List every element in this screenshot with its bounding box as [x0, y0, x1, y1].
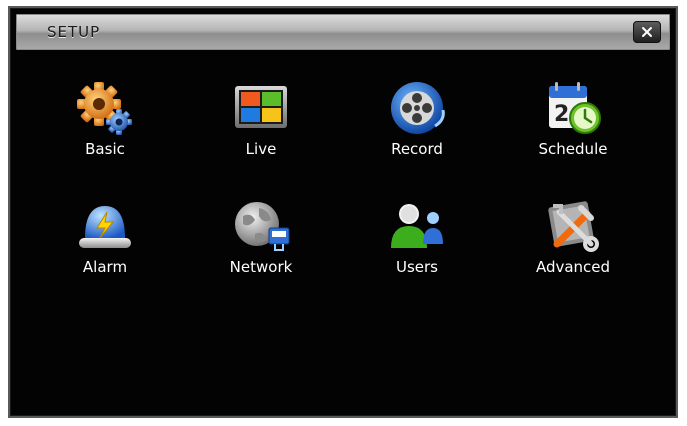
alarm-siren-icon — [79, 206, 131, 248]
menu-item-label: Basic — [85, 140, 125, 158]
close-icon — [642, 27, 652, 37]
menu-item-schedule[interactable]: 2 Schedule — [498, 76, 648, 176]
gear-icon — [77, 82, 132, 135]
title-bar: SETUP — [16, 14, 670, 50]
menu-item-label: Network — [229, 258, 293, 276]
globe-network-icon — [235, 202, 290, 251]
calendar-clock-icon: 2 — [549, 82, 601, 134]
menu-item-label: Alarm — [82, 258, 128, 276]
menu-item-network[interactable]: Network — [186, 194, 336, 294]
menu-item-basic[interactable]: Basic — [30, 76, 180, 176]
tools-icon — [548, 201, 599, 252]
menu-item-advanced[interactable]: Advanced — [498, 194, 648, 294]
menu-item-live[interactable]: Live — [186, 76, 336, 176]
menu-item-label: Advanced — [535, 258, 611, 276]
menu-item-label: Schedule — [538, 140, 608, 158]
menu-item-label: Users — [395, 258, 438, 276]
users-icon — [391, 204, 443, 248]
setup-window: SETUP Basic Live Record 2 Schedule Alarm… — [8, 6, 678, 418]
film-reel-icon — [391, 82, 445, 134]
menu-item-record[interactable]: Record — [342, 76, 492, 176]
window-title: SETUP — [47, 23, 101, 41]
menu-item-users[interactable]: Users — [342, 194, 492, 294]
live-view-icon — [235, 86, 287, 128]
close-button[interactable] — [633, 21, 661, 43]
menu-item-alarm[interactable]: Alarm — [30, 194, 180, 294]
menu-item-label: Record — [391, 140, 443, 158]
svg-text:2: 2 — [554, 102, 569, 127]
menu-item-label: Live — [245, 140, 277, 158]
